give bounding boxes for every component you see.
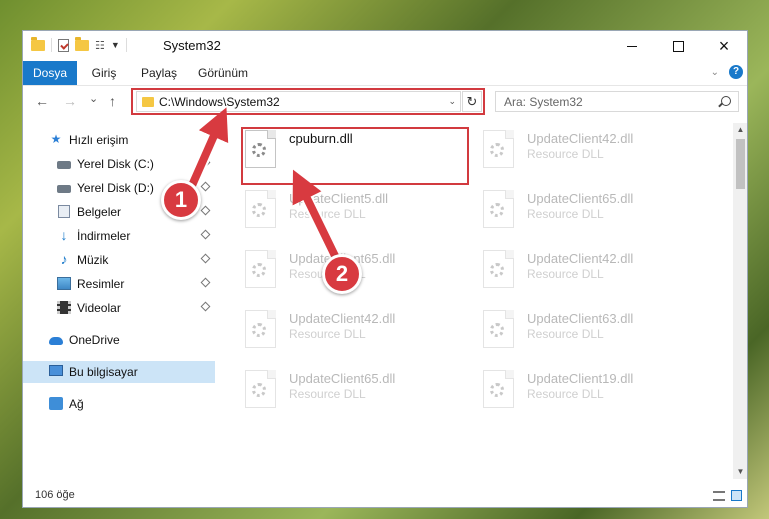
step-1-badge: 1 <box>161 180 201 220</box>
annotation-arrows <box>184 107 344 265</box>
step-2-badge: 2 <box>322 254 362 294</box>
step-1-arrow <box>186 107 229 192</box>
step-2-arrow <box>292 169 342 264</box>
